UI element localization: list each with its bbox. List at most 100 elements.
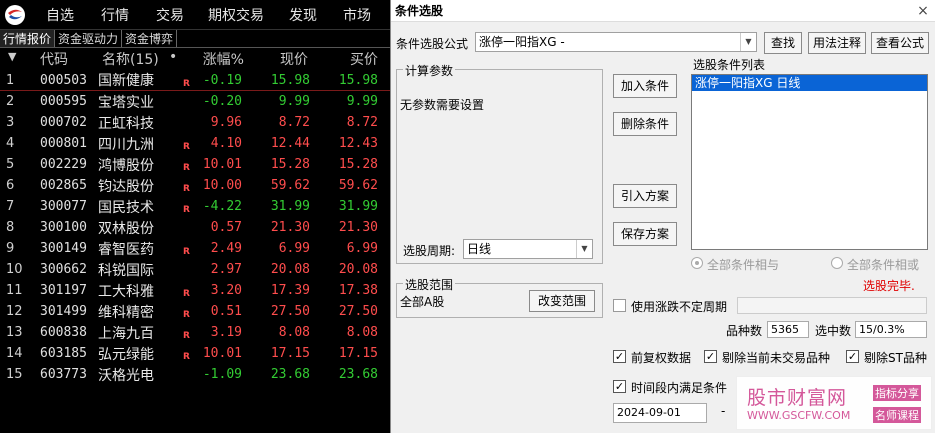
- change-range-button[interactable]: 改变范围: [529, 290, 595, 312]
- current-price: 6.99: [278, 241, 310, 256]
- current-price: 15.28: [270, 157, 310, 172]
- tab-quotes[interactable]: 行情报价: [0, 30, 56, 47]
- exclude-untraded-checkbox[interactable]: ✓: [704, 350, 717, 363]
- table-row[interactable]: 8 300100 双林股份 0.57 21.30 21.30: [0, 217, 390, 238]
- column-header-name[interactable]: 名称(15): [102, 49, 159, 69]
- calc-params-group: 计算参数 无参数需要设置 选股周期: 日线 ▼: [396, 62, 603, 264]
- table-row[interactable]: 14 603185 弘元绿能 R 10.01 17.15 17.15: [0, 343, 390, 364]
- variable-period-label: 使用涨跌不定周期: [631, 300, 728, 314]
- bid-price: 8.08: [346, 325, 378, 340]
- table-row[interactable]: 7 300077 国民技术 R -4.22 31.99 31.99: [0, 196, 390, 217]
- bid-price: 27.50: [338, 304, 378, 319]
- view-formula-button[interactable]: 查看公式: [871, 32, 929, 54]
- table-row[interactable]: 15 603773 沃格光电 -1.09 23.68 23.68: [0, 364, 390, 385]
- stock-code: 000801: [40, 136, 87, 151]
- menu-item-discover[interactable]: 发现: [289, 5, 317, 25]
- table-row[interactable]: 4 000801 四川九洲 R 4.10 12.44 12.43: [0, 133, 390, 154]
- period-select[interactable]: 日线 ▼: [463, 239, 593, 259]
- row-index: 15: [6, 367, 23, 382]
- margin-badge: R: [183, 184, 190, 194]
- column-header-code[interactable]: 代码: [40, 49, 68, 69]
- exclude-untraded-label: 剔除当前未交易品种: [722, 351, 831, 365]
- bid-price: 8.72: [346, 115, 378, 130]
- variable-period-checkbox[interactable]: [613, 299, 626, 312]
- stock-code: 300149: [40, 241, 87, 256]
- column-header-change[interactable]: 涨幅%: [203, 49, 244, 69]
- formula-select[interactable]: 涨停一阳指XG - ▼: [475, 32, 757, 52]
- range-group: 选股范围 全部A股 改变范围: [396, 276, 603, 318]
- stock-code: 301499: [40, 304, 87, 319]
- stock-name: 鸿博股份: [98, 157, 154, 174]
- menu-item-options[interactable]: 期权交易: [208, 5, 264, 25]
- usage-notes-button[interactable]: 用法注释: [808, 32, 866, 54]
- row-index: 6: [6, 178, 15, 193]
- tab-capital-game[interactable]: 资金博弈: [122, 30, 178, 47]
- column-header-price[interactable]: 现价: [280, 49, 308, 69]
- table-row[interactable]: 5 002229 鸿博股份 R 10.01 15.28 15.28: [0, 154, 390, 175]
- stock-name: 国新健康: [98, 73, 154, 89]
- add-condition-button[interactable]: 加入条件: [613, 74, 677, 98]
- delete-condition-button[interactable]: 删除条件: [613, 112, 677, 136]
- close-icon[interactable]: ×: [911, 3, 935, 19]
- find-button[interactable]: 查找: [764, 32, 802, 54]
- radio-all-or[interactable]: [831, 257, 843, 269]
- bid-price: 17.15: [338, 346, 378, 361]
- import-plan-button[interactable]: 引入方案: [613, 184, 677, 208]
- stock-name: 睿智医药: [98, 241, 154, 258]
- table-row[interactable]: 9 300149 睿智医药 R 2.49 6.99 6.99: [0, 238, 390, 259]
- table-row[interactable]: 2 000595 宝塔实业 -0.20 9.99 9.99: [0, 91, 390, 112]
- formula-label: 条件选股公式: [396, 37, 469, 51]
- watermark-tag-share: 指标分享: [873, 385, 921, 401]
- menu-item-watchlist[interactable]: 自选: [46, 5, 74, 25]
- stock-name: 科锐国际: [98, 262, 154, 279]
- table-row[interactable]: 10 300662 科锐国际 2.97 20.08 20.08: [0, 259, 390, 280]
- variable-period-field[interactable]: [737, 297, 927, 314]
- bid-price: 59.62: [338, 178, 378, 193]
- current-price: 31.99: [270, 199, 310, 214]
- table-row[interactable]: 6 002865 钧达股份 R 10.00 59.62 59.62: [0, 175, 390, 196]
- menu-item-market[interactable]: 市场: [343, 5, 371, 25]
- stock-name: 国民技术: [98, 199, 154, 216]
- stock-count-value: 5365: [771, 323, 799, 336]
- status-text: 选股完毕.: [863, 279, 915, 293]
- stock-code: 603185: [40, 346, 87, 361]
- stock-name: 钧达股份: [98, 178, 154, 195]
- row-index: 13: [6, 325, 23, 340]
- save-plan-button[interactable]: 保存方案: [613, 222, 677, 246]
- exclude-st-checkbox[interactable]: ✓: [846, 350, 859, 363]
- margin-badge: R: [183, 331, 190, 341]
- bid-price: 6.99: [346, 241, 378, 256]
- time-range-checkbox[interactable]: ✓: [613, 380, 626, 393]
- sort-down-icon[interactable]: ▼: [8, 50, 16, 63]
- table-row[interactable]: 13 600838 上海九百 R 3.19 8.08 8.08: [0, 322, 390, 343]
- chevron-down-icon[interactable]: ▼: [740, 33, 756, 51]
- current-price: 17.39: [270, 283, 310, 298]
- change-percent: 10.01: [202, 157, 242, 172]
- prev-rights-checkbox[interactable]: ✓: [613, 350, 626, 363]
- app-logo-icon[interactable]: [0, 1, 30, 29]
- bid-price: 12.43: [338, 136, 378, 151]
- chevron-down-icon[interactable]: ▼: [576, 240, 592, 258]
- column-header-bid[interactable]: 买价: [350, 49, 378, 69]
- table-row[interactable]: 11 301197 工大科雅 R 3.20 17.39 17.38: [0, 280, 390, 301]
- radio-all-and[interactable]: [691, 257, 703, 269]
- change-percent: -4.22: [202, 199, 242, 214]
- current-price: 23.68: [270, 367, 310, 382]
- watermark-logo: 股市财富网 WWW.GSCFW.COM 指标分享 名师课程: [736, 376, 932, 430]
- tab-capital-drive[interactable]: 资金驱动力: [55, 30, 123, 47]
- table-row[interactable]: 12 301499 维科精密 R 0.51 27.50 27.50: [0, 301, 390, 322]
- current-price: 27.50: [270, 304, 310, 319]
- menu-item-trade[interactable]: 交易: [156, 5, 184, 25]
- table-row[interactable]: 1 000503 国新健康 R -0.19 15.98 15.98: [0, 70, 390, 91]
- period-value: 日线: [467, 242, 492, 256]
- exclude-st-label: 剔除ST品种: [864, 351, 927, 365]
- menu-item-quotes[interactable]: 行情: [101, 5, 129, 25]
- condition-listbox[interactable]: 涨停一阳指XG 日线: [691, 74, 928, 250]
- main-menu-bar: 自选 行情 交易 期权交易 发现 市场: [0, 0, 390, 30]
- dialog-title: 条件选股: [395, 4, 444, 18]
- table-row[interactable]: 3 000702 正虹科技 9.96 8.72 8.72: [0, 112, 390, 133]
- list-item[interactable]: 涨停一阳指XG 日线: [692, 75, 927, 91]
- date-start-field[interactable]: 2024-09-01: [613, 403, 707, 423]
- table-header: ▼ 代码 名称(15) • 涨幅% 现价 买价: [0, 48, 390, 70]
- stock-name: 双林股份: [98, 220, 154, 237]
